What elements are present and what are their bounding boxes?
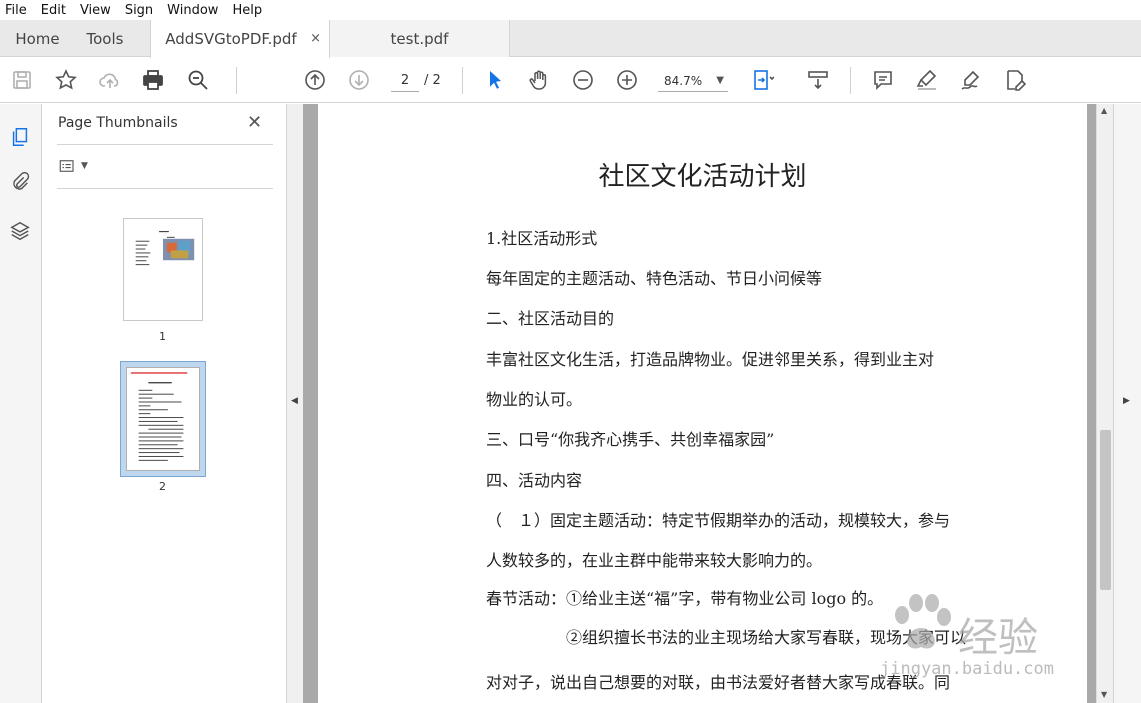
expand-right-icon[interactable]: ▶ [1123, 396, 1130, 406]
zoom-value: 84.7% [664, 74, 703, 88]
toolbar: 2 / 2 84.7% ▼ [0, 58, 1141, 103]
tab-tools[interactable]: Tools [75, 20, 135, 57]
watermark-text: 经验 [958, 615, 1038, 661]
menu-edit[interactable]: Edit [41, 3, 66, 18]
tab-document-label: test.pdf [390, 29, 449, 48]
right-pane-toggle[interactable]: ▶ [1113, 104, 1141, 703]
document-line: 每年固定的主题活动、特色活动、节日小问候等 [486, 269, 823, 288]
paw-logo-icon [895, 594, 951, 649]
toolbar-separator [850, 67, 851, 94]
search-zoom-icon[interactable] [184, 66, 212, 94]
panel-title: Page Thumbnails [58, 115, 178, 131]
page-total: / 2 [424, 73, 441, 88]
thumbnail-page-label: 2 [159, 480, 166, 493]
watermark: 经验 jingyan.baidu.com [880, 585, 1100, 695]
zoom-dropdown[interactable]: 84.7% ▼ [658, 70, 728, 92]
document-line: 丰富社区文化生活，打造品牌物业。促进邻里关系，得到业主对 [486, 350, 935, 369]
layers-icon[interactable] [7, 218, 33, 244]
scroll-down-icon[interactable]: ▼ [1101, 690, 1107, 699]
divider [57, 188, 273, 189]
tab-home[interactable]: Home [0, 20, 75, 57]
document-line: 春节活动：①给业主送“福”字，带有物业公司 logo 的。 [486, 589, 884, 608]
scroll-up-icon[interactable]: ▲ [1101, 106, 1107, 115]
document-line: 1.社区活动形式 [486, 229, 598, 248]
menu-sign[interactable]: Sign [125, 3, 153, 18]
hand-icon[interactable] [525, 66, 553, 94]
toolbar-separator [462, 67, 463, 94]
tab-document-active[interactable]: AddSVGtoPDF.pdf × [150, 20, 330, 58]
sign-icon[interactable] [957, 66, 985, 94]
menu-bar: File Edit View Sign Window Help [0, 0, 1141, 20]
page-up-icon[interactable] [301, 66, 329, 94]
options-list-icon [59, 160, 74, 172]
upload-icon[interactable] [96, 66, 124, 94]
divider [57, 144, 273, 145]
scroll-mode-icon[interactable] [804, 66, 832, 94]
highlight-icon[interactable] [913, 66, 941, 94]
select-arrow-icon[interactable] [481, 66, 509, 94]
thumbnail-page-label: 1 [159, 330, 166, 343]
menu-file[interactable]: File [5, 3, 27, 18]
chevron-down-icon: ▼ [81, 161, 88, 171]
document-line: （ １）固定主题活动：特定节假期举办的活动，规模较大，参与 [486, 511, 951, 530]
page-thumbnail[interactable] [123, 218, 203, 321]
tab-document-inactive[interactable]: test.pdf [330, 20, 510, 57]
zoom-in-icon[interactable] [613, 66, 641, 94]
document-line: 四、活动内容 [486, 471, 583, 490]
left-rail [0, 104, 42, 703]
document-line: 物业的认可。 [486, 390, 583, 409]
print-icon[interactable] [139, 66, 167, 94]
edit-icon[interactable] [1001, 66, 1029, 94]
collapse-left-icon[interactable]: ◀ [291, 396, 298, 406]
scrollbar-thumb[interactable] [1100, 430, 1111, 590]
document-line: 三、口号“你我齐心携手、共创幸福家园” [486, 430, 775, 449]
fit-page-icon[interactable] [748, 66, 776, 94]
page-number-input[interactable]: 2 [391, 70, 419, 92]
tab-document-label: AddSVGtoPDF.pdf [165, 30, 297, 48]
attachment-icon[interactable] [7, 169, 33, 195]
watermark-url: jingyan.baidu.com [880, 659, 1054, 679]
page-thumbnail-selected[interactable] [120, 361, 206, 477]
thumbnail-options-button[interactable]: ▼ [57, 156, 97, 176]
zoom-out-icon[interactable] [569, 66, 597, 94]
menu-view[interactable]: View [80, 3, 111, 18]
save-icon[interactable] [8, 66, 36, 94]
page-thumbnails-icon[interactable] [7, 124, 33, 150]
chevron-down-icon: ▼ [716, 75, 724, 86]
close-icon[interactable]: ✕ [247, 112, 262, 133]
document-line: 人数较多的，在业主群中能带来较大影响力的。 [486, 551, 823, 570]
panel-splitter[interactable]: ◀ [287, 104, 303, 703]
close-icon[interactable]: × [310, 31, 321, 46]
document-line: 二、社区活动目的 [486, 309, 615, 328]
acrobat-window: File Edit View Sign Window Help Home Too… [0, 0, 1141, 703]
page-thumbnail [126, 367, 200, 471]
thumbnails-panel: Page Thumbnails ✕ ▼ 1 2 [42, 104, 287, 703]
toolbar-separator [236, 67, 237, 94]
comment-icon[interactable] [869, 66, 897, 94]
tab-bar: Home Tools AddSVGtoPDF.pdf × test.pdf [0, 20, 1141, 58]
menu-window[interactable]: Window [167, 3, 218, 18]
document-title: 社区文化活动计划 [598, 162, 807, 192]
page-down-icon[interactable] [345, 66, 373, 94]
menu-help[interactable]: Help [232, 3, 262, 18]
star-icon[interactable] [52, 66, 80, 94]
